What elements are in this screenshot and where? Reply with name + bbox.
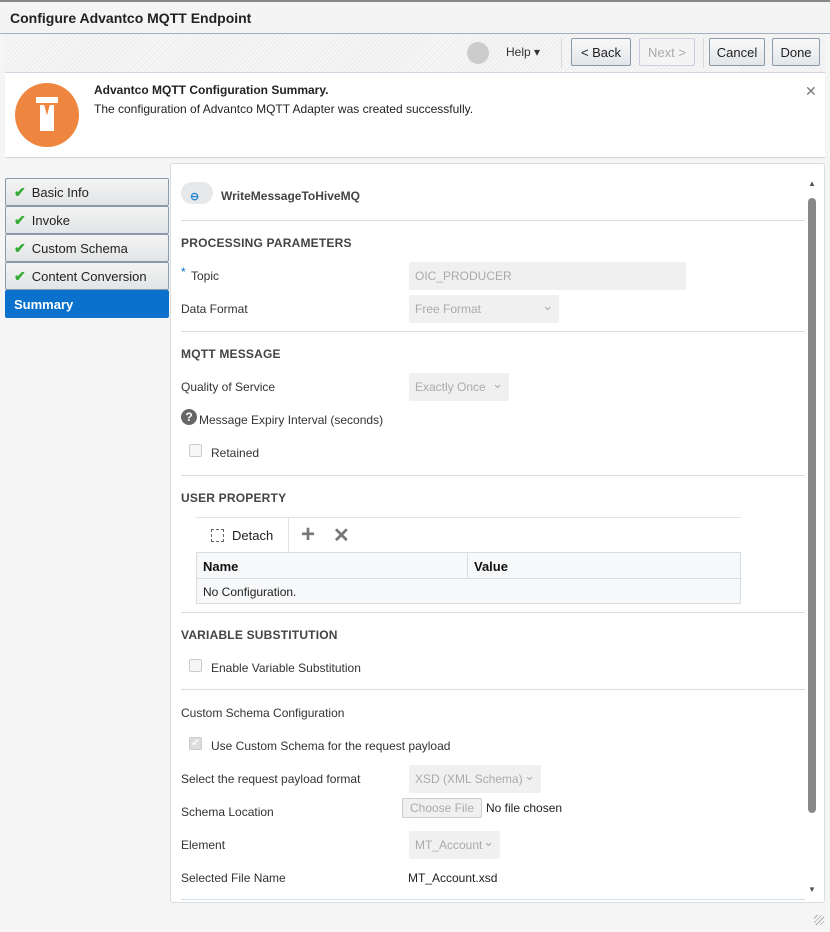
back-button[interactable]: < Back	[571, 38, 631, 66]
cloud-icon: ⊖	[181, 182, 213, 204]
variable-heading: VARIABLE SUBSTITUTION	[181, 628, 338, 642]
enable-variable-checkbox[interactable]	[189, 659, 202, 672]
retained-checkbox[interactable]	[189, 444, 202, 457]
step-label: Invoke	[31, 212, 71, 228]
detach-label: Detach	[232, 527, 274, 543]
banner-message: The configuration of Advantco MQTT Adapt…	[94, 102, 474, 116]
step-invoke[interactable]: ✔ Invoke	[5, 206, 169, 234]
wizard-steps: ✔ Basic Info ✔ Invoke ✔ Custom Schema ✔ Cont…	[5, 178, 169, 318]
step-basic-info[interactable]: ✔ Basic Info	[5, 178, 169, 206]
retained-label: Retained	[211, 446, 260, 460]
step-label: Basic Info	[31, 184, 89, 200]
choose-file-button[interactable]: Choose File	[402, 798, 482, 818]
column-header-name[interactable]: Name	[203, 559, 238, 574]
qos-label: Quality of Service	[181, 380, 276, 394]
step-summary[interactable]: Summary	[5, 290, 169, 318]
no-file-text: No file chosen	[486, 801, 563, 815]
detach-button[interactable]: Detach	[196, 518, 289, 552]
cancel-button[interactable]: Cancel	[709, 38, 765, 66]
selected-file-value: MT_Account.xsd	[408, 871, 498, 885]
payload-format-select[interactable]: XSD (XML Schema)	[409, 765, 541, 793]
data-format-label: Data Format	[181, 302, 248, 316]
step-label: Content Conversion	[31, 268, 147, 284]
expiry-label: Message Expiry Interval (seconds)	[199, 413, 384, 427]
help-menu[interactable]: Help ▾	[506, 45, 540, 59]
step-label: Custom Schema	[31, 240, 128, 256]
check-icon: ✔	[14, 211, 26, 228]
scrollbar-thumb[interactable]	[808, 198, 816, 813]
endpoint-name: WriteMessageToHiveMQ	[221, 189, 360, 203]
use-custom-schema-checkbox[interactable]: ✔	[189, 737, 202, 750]
use-custom-schema-label: Use Custom Schema for the request payloa…	[211, 739, 451, 753]
step-label: Summary	[14, 296, 74, 312]
processing-heading: PROCESSING PARAMETERS	[181, 236, 352, 250]
payload-format-label: Select the request payload format	[181, 772, 361, 786]
schema-location-label: Schema Location	[181, 805, 274, 819]
title-bar: Configure Advantco MQTT Endpoint	[0, 0, 830, 34]
help-icon[interactable]: ?	[181, 409, 197, 425]
user-icon	[467, 42, 489, 64]
mqtt-heading: MQTT MESSAGE	[181, 347, 281, 361]
element-label: Element	[181, 838, 226, 852]
user-property-table: Detach + ✕ Name Value No Configuration.	[196, 517, 742, 604]
column-header-value[interactable]: Value	[474, 559, 508, 574]
detach-icon	[211, 528, 224, 542]
toolbar: Help ▾ < Back Next > Cancel Done	[5, 34, 825, 72]
empty-row: No Configuration.	[203, 585, 297, 599]
banner-title: Advantco MQTT Configuration Summary.	[94, 83, 329, 97]
window-title: Configure Advantco MQTT Endpoint	[10, 10, 252, 26]
topic-input[interactable]: OIC_PRODUCER	[409, 262, 686, 290]
user-property-heading: USER PROPERTY	[181, 491, 287, 505]
scrollbar[interactable]: ▲ ▼	[806, 179, 818, 897]
confirmation-banner: Advantco MQTT Configuration Summary. The…	[5, 72, 825, 158]
resize-grip-icon[interactable]	[814, 915, 824, 925]
check-icon: ✔	[14, 183, 26, 200]
check-icon: ✔	[14, 239, 26, 256]
topic-label: Topic	[191, 269, 220, 283]
next-button[interactable]: Next >	[639, 38, 695, 66]
custom-schema-heading: Custom Schema Configuration	[181, 706, 345, 720]
done-button[interactable]: Done	[772, 38, 820, 66]
qos-select[interactable]: Exactly Once	[409, 373, 509, 401]
close-icon[interactable]: ✕	[805, 83, 817, 100]
delete-icon[interactable]: ✕	[333, 523, 350, 548]
selected-file-label: Selected File Name	[181, 871, 286, 885]
data-format-select[interactable]: Free Format	[409, 295, 559, 323]
enable-variable-label: Enable Variable Substitution	[211, 661, 361, 675]
summary-panel: ⊖ WriteMessageToHiveMQ PROCESSING PARAME…	[170, 163, 825, 903]
step-content-conversion[interactable]: ✔ Content Conversion	[5, 262, 169, 290]
check-icon: ✔	[14, 267, 26, 284]
required-mark: *	[181, 265, 186, 279]
step-custom-schema[interactable]: ✔ Custom Schema	[5, 234, 169, 262]
add-icon[interactable]: +	[301, 521, 315, 549]
advantco-logo-icon	[15, 83, 79, 147]
element-select[interactable]: MT_Account	[409, 831, 500, 859]
